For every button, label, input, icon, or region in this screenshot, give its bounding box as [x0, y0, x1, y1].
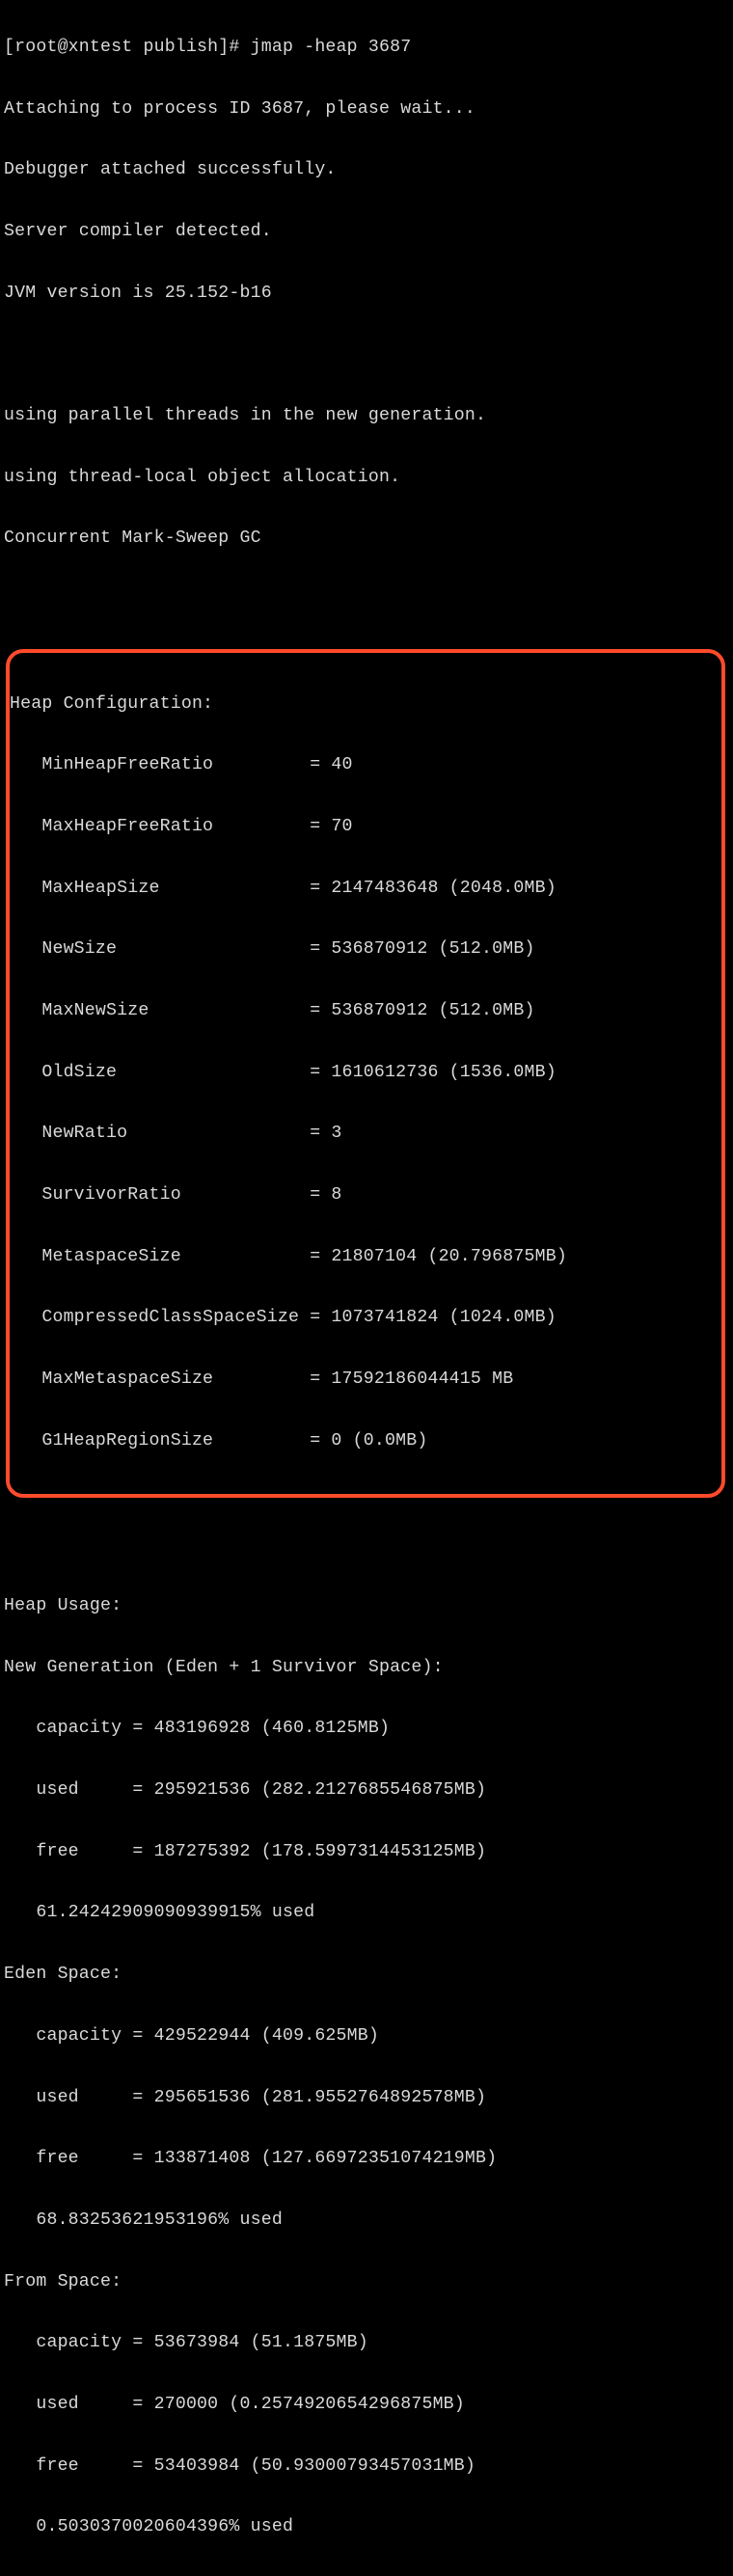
eden-title: Eden Space: [4, 1960, 729, 1991]
eden-free: free = 133871408 (127.66972351074219MB) [4, 2144, 729, 2175]
newgen-pct: 61.24242909090939915% used [4, 1898, 729, 1929]
heap-config-row: NewRatio = 3 [10, 1119, 721, 1150]
server-compiler-line: Server compiler detected. [4, 217, 729, 248]
heap-config-row: OldSize = 1610612736 (1536.0MB) [10, 1058, 721, 1089]
blank-line [4, 339, 729, 370]
newgen-used: used = 295921536 (282.2127685546875MB) [4, 1776, 729, 1806]
eden-capacity: capacity = 429522944 (409.625MB) [4, 2021, 729, 2052]
eden-pct: 68.83253621953196% used [4, 2206, 729, 2237]
from-free: free = 53403984 (50.93000793457031MB) [4, 2452, 729, 2482]
eden-used: used = 295651536 (281.9552764892578MB) [4, 2083, 729, 2114]
heap-config-row: CompressedClassSpaceSize = 1073741824 (1… [10, 1303, 721, 1334]
debugger-line: Debugger attached successfully. [4, 155, 729, 186]
from-capacity: capacity = 53673984 (51.1875MB) [4, 2328, 729, 2359]
heap-config-row: MinHeapFreeRatio = 40 [10, 750, 721, 781]
heap-usage-title: Heap Usage: [4, 1591, 729, 1622]
from-pct: 0.5030370020604396% used [4, 2512, 729, 2543]
parallel-threads-line: using parallel threads in the new genera… [4, 401, 729, 432]
heap-config-highlight: Heap Configuration: MinHeapFreeRatio = 4… [6, 649, 725, 1498]
heap-config-row: NewSize = 536870912 (512.0MB) [10, 935, 721, 965]
terminal-output: [root@xntest publish]# jmap -heap 3687 A… [0, 0, 733, 2576]
newgen-free: free = 187275392 (178.5997314453125MB) [4, 1837, 729, 1868]
newgen-capacity: capacity = 483196928 (460.8125MB) [4, 1714, 729, 1745]
heap-config-row: G1HeapRegionSize = 0 (0.0MB) [10, 1426, 721, 1457]
blank-line-3 [4, 1530, 729, 1560]
from-used: used = 270000 (0.2574920654296875MB) [4, 2390, 729, 2421]
heap-config-title: Heap Configuration: [10, 690, 721, 720]
heap-config-row: MetaspaceSize = 21807104 (20.796875MB) [10, 1242, 721, 1273]
heap-config-row: MaxMetaspaceSize = 17592186044415 MB [10, 1365, 721, 1396]
gc-line: Concurrent Mark-Sweep GC [4, 524, 729, 555]
heap-config-row: SurvivorRatio = 8 [10, 1180, 721, 1211]
heap-config-row: MaxNewSize = 536870912 (512.0MB) [10, 996, 721, 1027]
heap-config-row: MaxHeapFreeRatio = 70 [10, 812, 721, 843]
blank-line-2 [4, 585, 729, 616]
newgen-title: New Generation (Eden + 1 Survivor Space)… [4, 1653, 729, 1684]
prompt-line: [root@xntest publish]# jmap -heap 3687 [4, 33, 729, 64]
attach-line: Attaching to process ID 3687, please wai… [4, 95, 729, 125]
tlab-line: using thread-local object allocation. [4, 463, 729, 494]
heap-config-row: MaxHeapSize = 2147483648 (2048.0MB) [10, 874, 721, 905]
from-title: From Space: [4, 2267, 729, 2298]
jvm-version-line: JVM version is 25.152-b16 [4, 279, 729, 310]
